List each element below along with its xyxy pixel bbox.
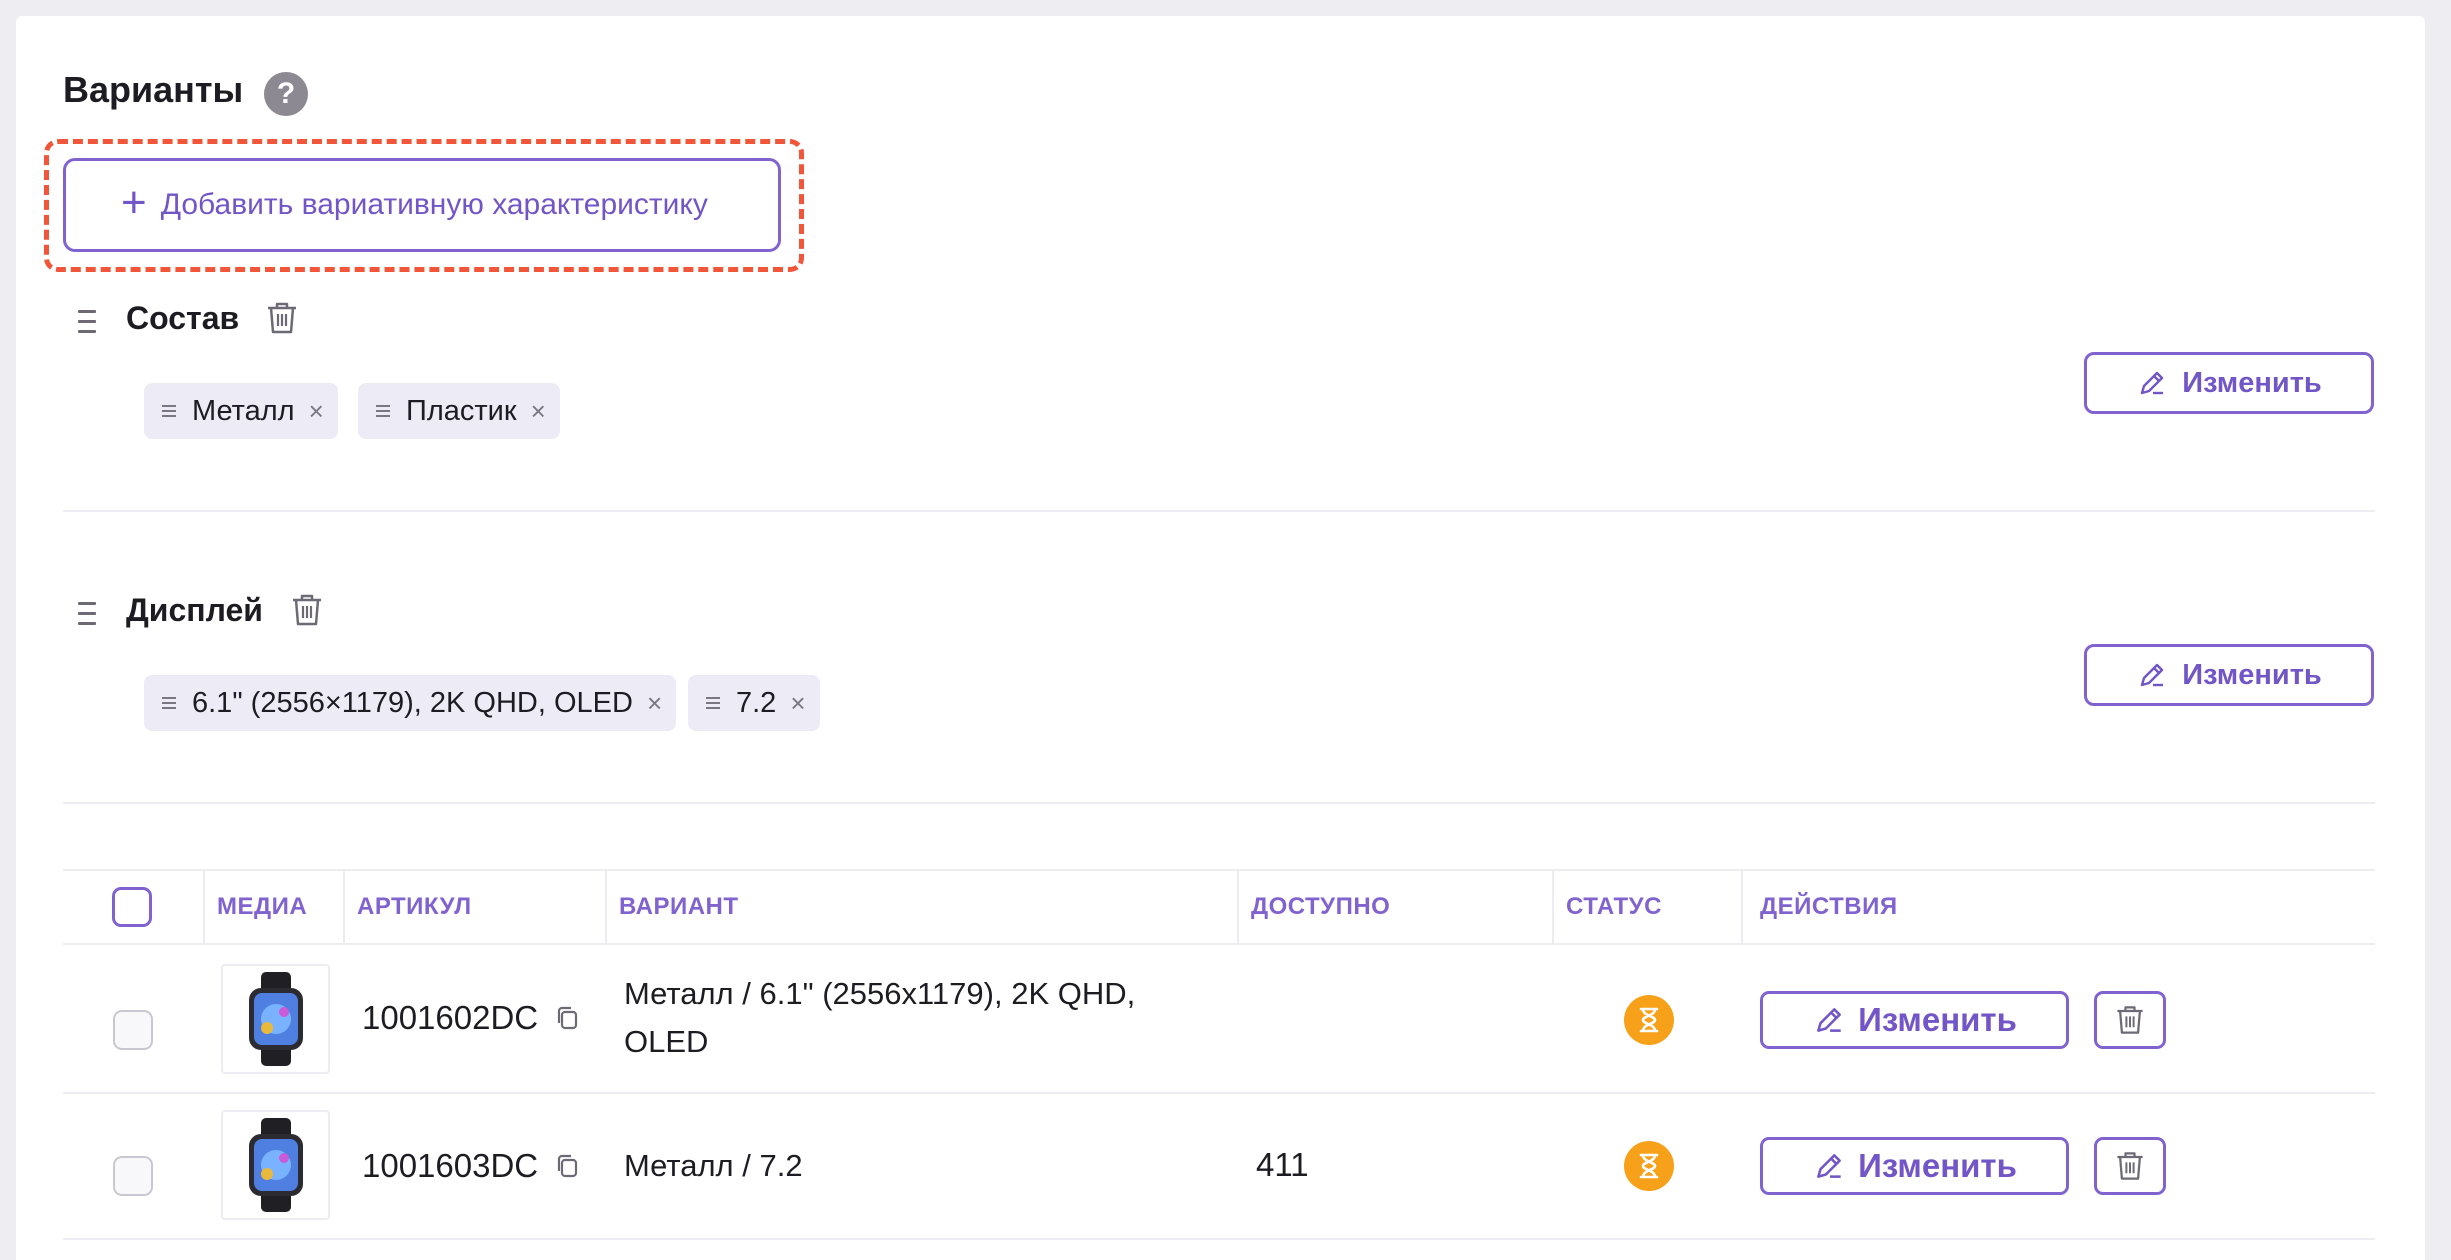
edit-group-button[interactable]: Изменить [2084, 644, 2374, 706]
pencil-icon [1817, 1008, 1842, 1032]
section-title: Варианты [63, 69, 244, 110]
edit-group-button[interactable]: Изменить [2084, 352, 2374, 414]
column-separator [1237, 871, 1239, 943]
plus-icon: + [121, 178, 147, 227]
column-separator [343, 871, 345, 943]
header-actions: ДЕЙСТВИЯ [1760, 893, 1898, 920]
row-divider [63, 1092, 2375, 1094]
add-characteristic-button[interactable]: + Добавить вариативную характеристику [63, 158, 781, 252]
divider [63, 802, 2375, 804]
group-title: Состав [126, 300, 240, 336]
variant-text: Металл / 7.2 [624, 1148, 803, 1183]
column-separator [1741, 871, 1743, 943]
add-characteristic-label: Добавить вариативную характеристику [160, 188, 708, 221]
drag-handle-icon[interactable] [162, 694, 176, 712]
product-thumbnail[interactable] [221, 1110, 330, 1220]
pencil-icon [1817, 1154, 1842, 1178]
pencil-icon [2141, 663, 2164, 687]
chip-label: 7.2 [736, 686, 777, 719]
row-divider [63, 1238, 2375, 1240]
delete-variant-button[interactable] [2094, 1137, 2166, 1195]
hourglass-icon [1624, 995, 1674, 1045]
drag-handle-icon[interactable] [78, 310, 102, 340]
drag-handle-icon[interactable] [706, 694, 720, 712]
pencil-icon [2141, 371, 2164, 395]
question-icon[interactable]: ? [264, 72, 308, 116]
remove-icon[interactable]: × [790, 688, 805, 719]
header-media[interactable]: МЕДИА [217, 871, 307, 943]
chip-label: Пластик [406, 394, 517, 427]
select-all-checkbox[interactable] [112, 887, 152, 927]
variants-table-header: МЕДИА АРТИКУЛ ВАРИАНТ ДОСТУПНО СТАТУС ДЕ… [63, 869, 2375, 945]
header-status[interactable]: СТАТУС [1566, 871, 1662, 943]
trash-icon[interactable] [262, 298, 302, 338]
chip-label: Металл [192, 394, 295, 427]
remove-icon[interactable]: × [309, 396, 324, 427]
trash-icon [2117, 1006, 2143, 1034]
drag-handle-icon[interactable] [162, 402, 176, 420]
sku-text: 1001603DC [362, 1147, 539, 1184]
copy-icon[interactable] [553, 1004, 581, 1032]
edit-variant-button[interactable]: Изменить [1760, 991, 2069, 1049]
value-chip[interactable]: 7.2 × [688, 675, 820, 731]
trash-icon [2117, 1152, 2143, 1180]
column-separator [203, 871, 205, 943]
hourglass-icon [1624, 1141, 1674, 1191]
column-separator [1552, 871, 1554, 943]
copy-icon[interactable] [553, 1152, 581, 1180]
drag-handle-icon[interactable] [376, 402, 390, 420]
product-thumbnail[interactable] [221, 964, 330, 1074]
watch-image [249, 972, 303, 1066]
value-chip[interactable]: Металл × [144, 383, 338, 439]
edit-variant-button[interactable]: Изменить [1760, 1137, 2069, 1195]
edit-label: Изменить [1858, 1147, 2017, 1184]
header-variant[interactable]: ВАРИАНТ [619, 871, 739, 943]
value-chip[interactable]: Пластик × [358, 383, 560, 439]
edit-label: Изменить [1858, 1001, 2017, 1038]
divider [63, 510, 2375, 512]
column-separator [605, 871, 607, 943]
variant-text: Металл / 6.1" (2556x1179), 2K QHD, OLED [624, 976, 1136, 1059]
delete-variant-button[interactable] [2094, 991, 2166, 1049]
remove-icon[interactable]: × [647, 688, 662, 719]
value-chip[interactable]: 6.1" (2556×1179), 2K QHD, OLED × [144, 675, 677, 731]
sku-text: 1001602DC [362, 999, 539, 1036]
edit-label: Изменить [2182, 658, 2322, 691]
header-available[interactable]: ДОСТУПНО [1251, 871, 1390, 943]
watch-image [249, 1118, 303, 1212]
drag-handle-icon[interactable] [78, 602, 102, 632]
row-checkbox[interactable] [113, 1156, 153, 1196]
row-checkbox[interactable] [113, 1010, 153, 1050]
chip-label: 6.1" (2556×1179), 2K QHD, OLED [192, 686, 633, 719]
header-sku[interactable]: АРТИКУЛ [357, 871, 472, 943]
edit-label: Изменить [2182, 366, 2322, 399]
remove-icon[interactable]: × [531, 396, 546, 427]
trash-icon[interactable] [287, 590, 327, 630]
group-title: Дисплей [126, 592, 263, 628]
available-quantity: 411 [1256, 1146, 1309, 1183]
